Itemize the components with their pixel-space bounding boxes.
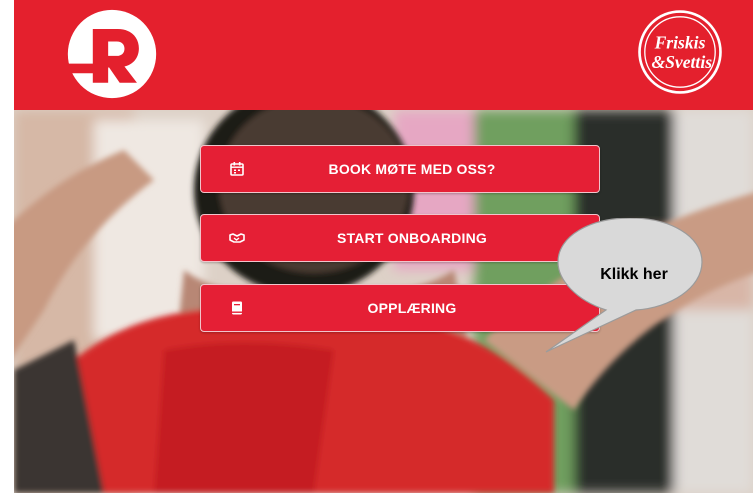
svg-text:&Svettis: &Svettis: [651, 52, 712, 72]
handshake-icon: [229, 233, 245, 243]
app-frame: Friskis &Svettis BOOK MØTE MED OSS? STAR…: [14, 0, 753, 493]
callout-text: Klikk her: [600, 266, 668, 283]
callout-bubble: [545, 218, 703, 353]
book-meeting-label: BOOK MØTE MED OSS?: [328, 161, 496, 177]
header-bar: Friskis &Svettis: [14, 0, 753, 110]
brand-logo-icon[interactable]: [64, 6, 160, 102]
book-meeting-button[interactable]: BOOK MØTE MED OSS?: [200, 145, 600, 193]
svg-text:Friskis: Friskis: [654, 32, 706, 52]
partner-logo-icon[interactable]: Friskis &Svettis: [636, 8, 724, 96]
calendar-icon: [230, 162, 244, 176]
book-icon: [232, 301, 242, 315]
